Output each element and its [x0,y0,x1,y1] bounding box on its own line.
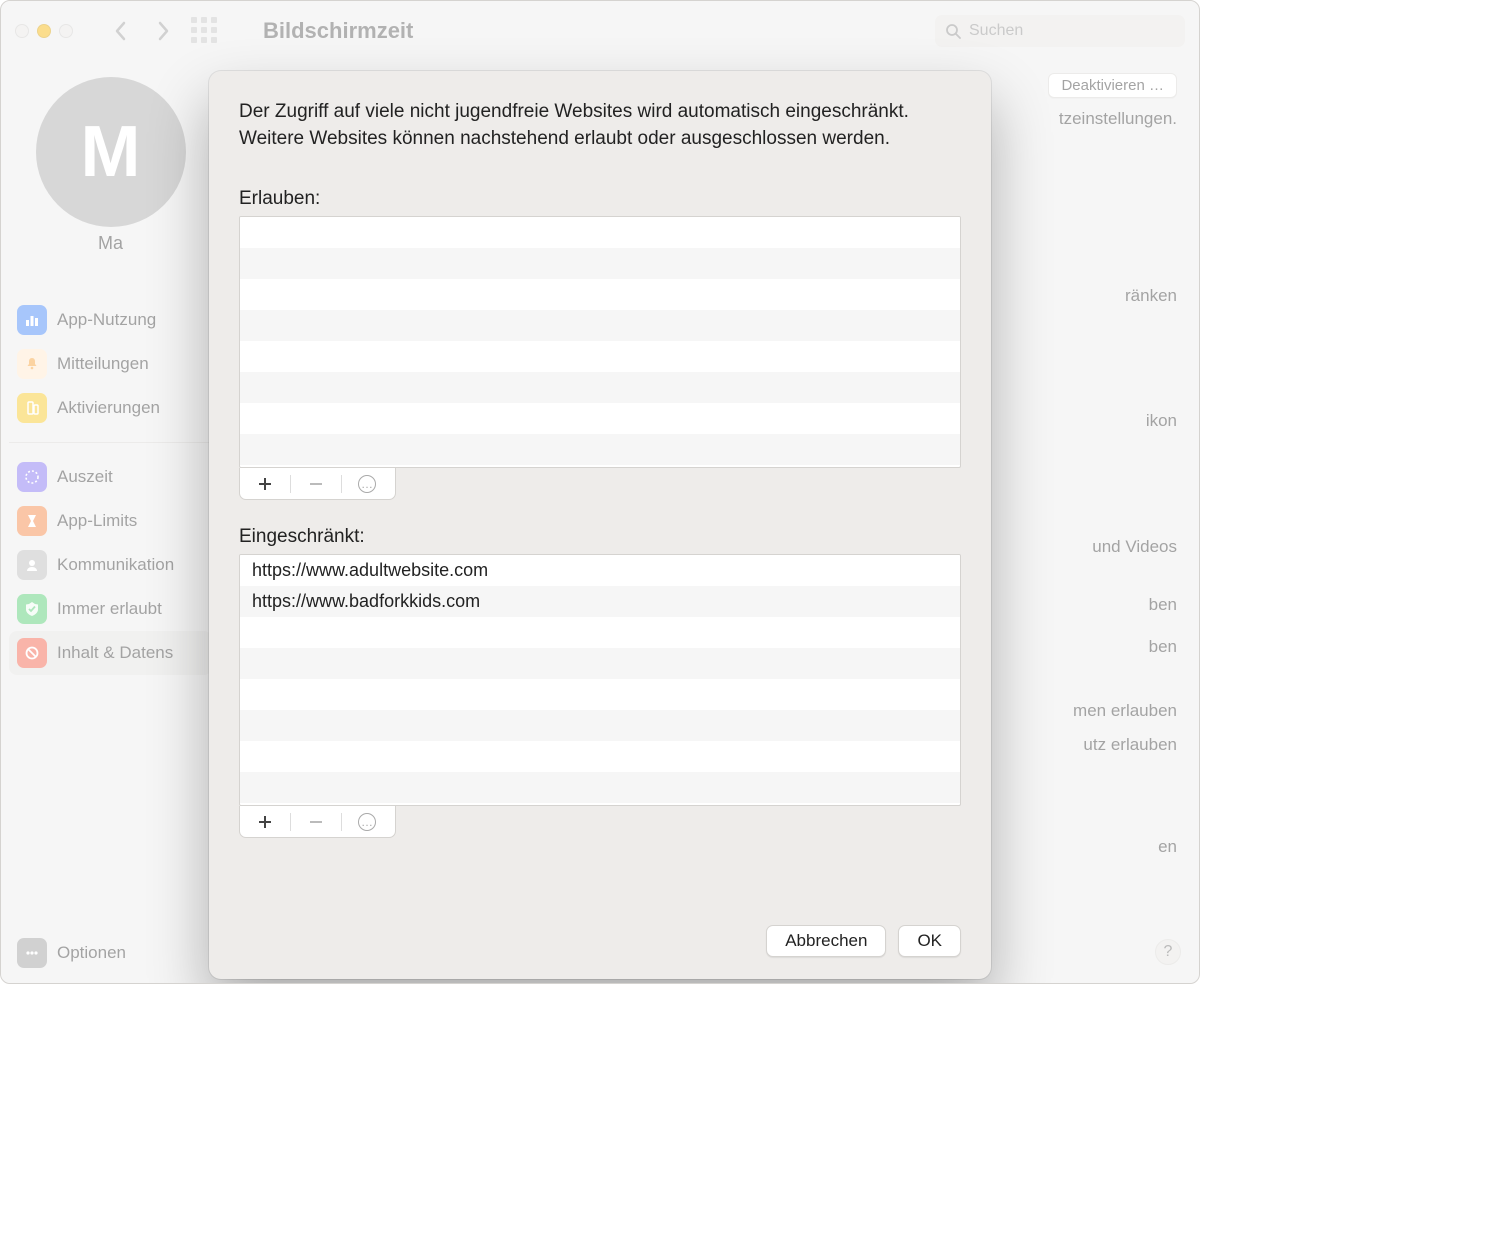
restrict-list[interactable]: https://www.adultwebsite.com https://www… [239,554,961,806]
list-row[interactable] [240,372,960,403]
allow-more-button[interactable]: … [342,475,392,493]
system-preferences-window: Bildschirmzeit Suchen M Ma App-Nutzung [0,0,1200,984]
ok-button[interactable]: OK [898,925,961,957]
restrict-add-button[interactable] [240,814,290,830]
list-row[interactable] [240,679,960,710]
modal-button-row: Abbrechen OK [239,907,961,957]
cancel-button[interactable]: Abbrechen [766,925,886,957]
list-row[interactable] [240,403,960,434]
list-row[interactable] [240,648,960,679]
restrict-list-footer: … [239,806,396,838]
restrict-remove-button [291,814,341,830]
list-row[interactable] [240,217,960,248]
list-row[interactable] [240,772,960,803]
ellipsis-icon: … [358,475,376,493]
ellipsis-icon: … [358,813,376,831]
list-row[interactable] [240,310,960,341]
allow-remove-button [291,476,341,492]
list-row-text: https://www.adultwebsite.com [252,560,488,581]
list-row[interactable] [240,434,960,465]
restrict-more-button[interactable]: … [342,813,392,831]
list-row[interactable] [240,741,960,772]
allow-list-footer: … [239,468,396,500]
list-row[interactable] [240,341,960,372]
list-row[interactable] [240,617,960,648]
list-row[interactable] [240,248,960,279]
list-row[interactable] [240,710,960,741]
restrict-list-label: Eingeschränkt: [239,526,961,548]
list-row[interactable]: https://www.badforkkids.com [240,586,960,617]
web-content-sheet: Der Zugriff auf viele nicht jugendfreie … [209,71,991,979]
allow-list[interactable] [239,216,961,468]
list-row[interactable] [240,279,960,310]
list-row[interactable]: https://www.adultwebsite.com [240,555,960,586]
list-row-text: https://www.badforkkids.com [252,591,480,612]
allow-add-button[interactable] [240,476,290,492]
modal-description: Der Zugriff auf viele nicht jugendfreie … [239,99,961,152]
allow-list-label: Erlauben: [239,188,961,210]
